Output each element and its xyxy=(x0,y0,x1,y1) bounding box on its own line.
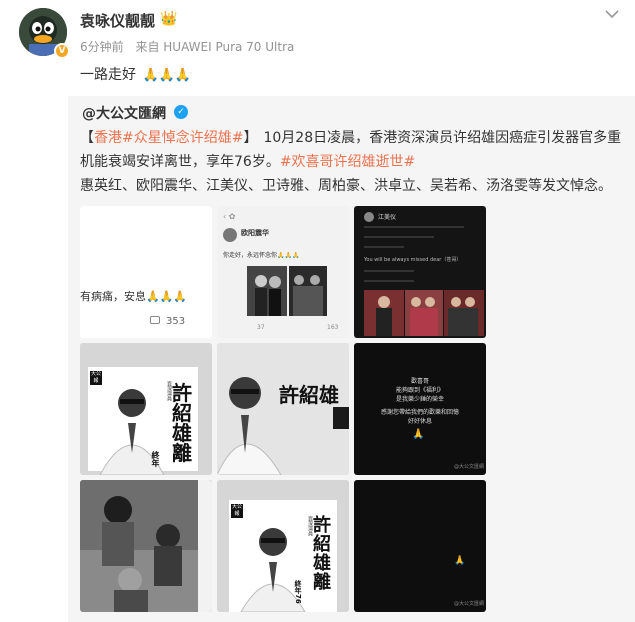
post-text: 一路走好 🙏🙏🙏 xyxy=(80,64,191,84)
img3-photos xyxy=(364,290,484,336)
repost-text-2: 惠英红、欧阳震华、江美仪、卫诗雅、周柏豪、洪卓立、吴若希、汤洛雯等发文悼念。 xyxy=(80,178,612,194)
portrait-graphic xyxy=(80,343,212,475)
image-thumb-6[interactable]: 歡喜哥 能夠跟到《福利》 是我樂少錘的榮幸 感謝您帶給我們的歡樂和回憶 好好休息… xyxy=(354,343,486,475)
tribute-line-3: 是我樂少錘的榮幸 xyxy=(395,396,444,403)
verified-badge-icon: V xyxy=(54,43,70,59)
name-char-1: 許 xyxy=(172,381,192,405)
name-char-4b: 離 xyxy=(313,572,331,593)
post-time[interactable]: 6分钟前 xyxy=(80,40,124,54)
name-char-2b: 紹 xyxy=(313,534,331,555)
img3-text-line-3 xyxy=(364,246,404,248)
post-header: V 袁咏仪靓靓 👑 6分钟前 来自 HUAWEI Pura 70 Ultra 一… xyxy=(0,0,635,96)
img3-text-line-5 xyxy=(364,280,414,282)
end-label-76: 終年76 xyxy=(294,580,302,604)
img3-text-line-2 xyxy=(364,236,434,238)
back-arrow-icon: ‹ ✿ xyxy=(223,212,236,221)
chevron-down-icon[interactable] xyxy=(604,8,620,20)
repost-card[interactable]: @大公文匯網 ✓ 【香港#众星悼念许绍雄#】 10月28日凌晨，香港资深演员许绍雄… xyxy=(68,96,635,622)
image-thumb-7[interactable] xyxy=(80,480,212,612)
image-thumb-8[interactable]: 大公報 資深演員 許 紹 雄 離 終年76 xyxy=(217,480,349,612)
bracket-close: 】 xyxy=(243,130,258,146)
img2-avatar xyxy=(223,228,237,242)
post-source: 来自 HUAWEI Pura 70 Ultra xyxy=(135,40,295,54)
img1-count: 353 xyxy=(166,316,186,327)
name-char-3b: 雄 xyxy=(313,553,331,574)
tribute-line-2: 能夠跟到《福利》 xyxy=(395,387,444,394)
post-meta: 6分钟前 来自 HUAWEI Pura 70 Ultra xyxy=(80,38,302,55)
watermark-2: @大公文匯網 xyxy=(454,601,485,607)
pray-emoji-icon: 🙏🙏🙏 xyxy=(142,68,192,83)
family-photo xyxy=(80,480,212,612)
crown-icon: 👑 xyxy=(160,11,178,27)
name-char-4: 離 xyxy=(172,441,192,465)
img2-comments: 163 xyxy=(327,324,339,331)
verified-blue-icon: ✓ xyxy=(174,105,188,119)
tribute-line-5: 好好休息 xyxy=(407,418,432,425)
pray-icon-2: 🙏 xyxy=(454,556,466,566)
portrait-graphic-2 xyxy=(217,343,349,475)
img2-likes: 37 xyxy=(257,324,265,331)
name-char-1b: 許 xyxy=(313,515,331,536)
pray-icon: 🙏 xyxy=(412,429,425,440)
repost-author[interactable]: @大公文匯網 xyxy=(82,103,166,123)
name-char-3: 雄 xyxy=(172,421,192,445)
img1-text: 有病痛，安息🙏🙏🙏 xyxy=(80,290,188,303)
hashtag-link[interactable]: #众星悼念许绍雄# xyxy=(122,130,243,146)
bracket-open: 【 xyxy=(80,130,94,146)
img3-text-line-4 xyxy=(364,270,414,272)
image-thumb-4[interactable]: 大公報 資深演員 許 紹 雄 離 終年 xyxy=(80,343,212,475)
post-text-content: 一路走好 xyxy=(80,67,136,83)
img3-text-line xyxy=(364,226,464,228)
image-thumb-5[interactable]: 許紹雄 xyxy=(217,343,349,475)
image-thumb-2[interactable]: ‹ ✿ 欧阳震华 你走好，永远怀念你🙏🙏🙏 37 163 xyxy=(217,206,349,338)
img3-title: 江美仪 xyxy=(378,214,397,221)
comment-icon xyxy=(150,316,160,324)
comment-count: 353 xyxy=(150,316,185,327)
hashtag-link-2[interactable]: #欢喜哥许绍雄逝世# xyxy=(280,154,415,170)
place-link[interactable]: 香港 xyxy=(94,130,122,146)
tribute-text: 歡喜哥 能夠跟到《福利》 是我樂少錘的榮幸 感謝您帶給我們的歡樂和回憶 好好休息 xyxy=(354,377,486,426)
img3-line1: You will be always missed dear（苍哥） xyxy=(364,257,462,263)
image-thumb-1[interactable]: 有病痛，安息🙏🙏🙏 353 xyxy=(80,206,212,338)
end-label: 終年 xyxy=(151,451,160,467)
stamp-badge: 大公報 xyxy=(90,371,102,385)
watermark: @大公文匯網 xyxy=(454,464,485,470)
image-thumb-9[interactable]: 🙏 @大公文匯網 xyxy=(354,480,486,612)
img2-title: 欧阳震华 xyxy=(241,229,269,237)
img2-text: 你走好，永远怀念你🙏🙏🙏 xyxy=(223,252,300,259)
stamp-badge-2: 大公報 xyxy=(231,504,243,518)
img2-photos xyxy=(247,266,327,316)
tribute-line-4: 感謝您帶給我們的歡樂和回憶 xyxy=(380,409,459,416)
tribute-line-1: 歡喜哥 xyxy=(410,378,429,385)
image-thumb-3[interactable]: 江美仪 You will be always missed dear（苍哥） xyxy=(354,206,486,338)
name-char-2: 紹 xyxy=(172,401,192,425)
big-name: 許紹雄 xyxy=(279,383,339,407)
repost-body: 【香港#众星悼念许绍雄#】 10月28日凌晨，香港资深演员许绍雄因癌症引发器官多重… xyxy=(80,126,630,198)
username[interactable]: 袁咏仪靓靓 xyxy=(80,10,155,31)
img3-avatar xyxy=(364,212,374,222)
